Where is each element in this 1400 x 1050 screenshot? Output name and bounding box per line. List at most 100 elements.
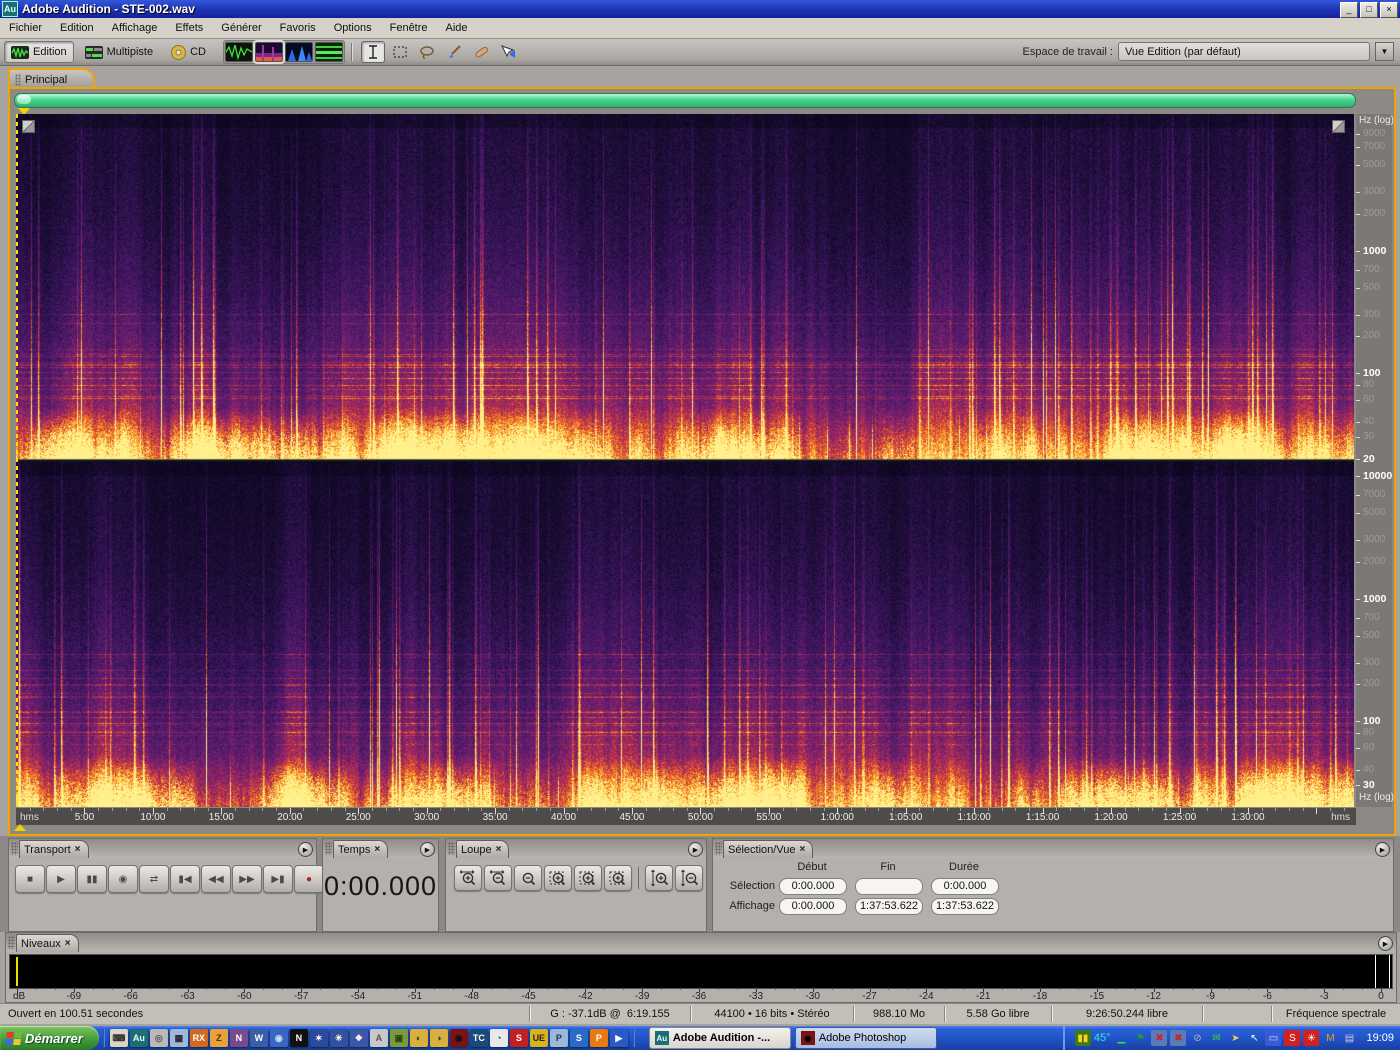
quick-launch-globe-1[interactable]: ◐ — [409, 1029, 428, 1047]
tray-temperature[interactable]: 45° — [1094, 1032, 1111, 1044]
zoom-selection-right-button[interactable] — [604, 865, 632, 891]
spectral-pan-view-button[interactable] — [285, 42, 313, 62]
workspace-dropdown[interactable]: Vue Edition (par défaut) — [1118, 42, 1370, 61]
quick-launch-rx[interactable]: RX — [189, 1029, 208, 1047]
zoom-out-full-button[interactable] — [514, 865, 542, 891]
quick-launch-onenote[interactable]: N — [229, 1029, 248, 1047]
multipiste-view-button[interactable]: Multipiste — [78, 41, 160, 63]
zoom-selection-left-button[interactable] — [574, 865, 602, 891]
quick-launch-pdf[interactable]: P — [589, 1029, 608, 1047]
pause-button[interactable]: ▮▮ — [77, 865, 107, 893]
selection-debut-field[interactable]: 0:00.000 — [779, 878, 847, 895]
zoom-out-horizontal-button[interactable] — [484, 865, 512, 891]
task-adobe-photoshop[interactable]: ◉ Adobe Photoshop — [794, 1027, 937, 1049]
level-meter[interactable] — [9, 954, 1393, 989]
cd-view-button[interactable]: CD — [164, 41, 213, 63]
tab-transport[interactable]: Transport × — [19, 840, 89, 858]
zoom-in-horizontal-button[interactable] — [454, 865, 482, 891]
spectral-phase-view-button[interactable] — [315, 42, 343, 62]
spot-healing-tool-button[interactable] — [469, 41, 493, 63]
tray-network-off-2[interactable]: ✖ — [1170, 1030, 1187, 1046]
selection-duree-field[interactable]: 0:00.000 — [931, 878, 999, 895]
quick-launch-ultraedit[interactable]: UE — [529, 1029, 548, 1047]
go-to-end-button[interactable]: ▶▮ — [263, 865, 293, 893]
menu-affichage[interactable]: Affichage — [103, 20, 167, 36]
tray-folder[interactable]: ▤ — [1341, 1030, 1357, 1046]
affichage-debut-field[interactable]: 0:00.000 — [779, 898, 847, 915]
menu-fentre[interactable]: Fenêtre — [381, 20, 437, 36]
minimize-button[interactable]: _ — [1340, 2, 1358, 18]
quick-launch-recorder[interactable]: ◎ — [149, 1029, 168, 1047]
zoom-out-vertical-button[interactable] — [675, 865, 703, 891]
close-button[interactable]: × — [1380, 2, 1398, 18]
quick-launch-planet[interactable]: ◉ — [269, 1029, 288, 1047]
record-button[interactable]: ● — [294, 865, 324, 893]
quick-launch-word[interactable]: W — [249, 1029, 268, 1047]
tab-loupe[interactable]: Loupe × — [456, 840, 510, 858]
quick-launch-movie[interactable]: ▣ — [389, 1029, 408, 1047]
selection-fin-field[interactable] — [855, 878, 923, 895]
tray-clock[interactable]: 19:09 — [1366, 1032, 1394, 1044]
go-to-start-button[interactable]: ▮◀ — [170, 865, 200, 893]
tray-antivirus[interactable]: S — [1284, 1030, 1301, 1046]
stop-button[interactable]: ■ — [15, 865, 45, 893]
tray-network-off-1[interactable]: ✖ — [1151, 1030, 1168, 1046]
play-from-cursor-button[interactable]: ◉ — [108, 865, 138, 893]
quick-launch-globe-2[interactable]: ◑ — [429, 1029, 448, 1047]
spectrogram-display[interactable] — [16, 114, 1354, 807]
time-selection-tool-button[interactable] — [361, 41, 385, 63]
menu-edition[interactable]: Edition — [51, 20, 103, 36]
edition-view-button[interactable]: Edition — [4, 41, 74, 63]
menu-gnrer[interactable]: Générer — [212, 20, 270, 36]
tray-fan[interactable]: ✳ — [1303, 1030, 1320, 1046]
channel-right-corner-button[interactable] — [1332, 120, 1345, 133]
quick-launch-media-player[interactable]: ▶ — [609, 1029, 628, 1047]
menu-effets[interactable]: Effets — [166, 20, 212, 36]
quick-launch-messenger[interactable]: P — [549, 1029, 568, 1047]
tab-selection-vue[interactable]: Sélection/Vue × — [723, 840, 814, 858]
tray-display[interactable]: ▭ — [1265, 1030, 1282, 1046]
tab-temps[interactable]: Temps × — [333, 840, 389, 858]
play-button[interactable]: ▶ — [46, 865, 76, 893]
close-icon[interactable]: × — [496, 844, 502, 855]
tray-package[interactable]: ✉ — [1208, 1030, 1224, 1046]
panel-grip[interactable] — [325, 842, 332, 855]
quick-launch-tickets[interactable]: ❖ — [349, 1029, 368, 1047]
quick-launch-calculator[interactable]: ▦ — [169, 1029, 188, 1047]
panel-grip[interactable] — [715, 842, 722, 855]
menu-aide[interactable]: Aide — [437, 20, 477, 36]
tray-scanner[interactable]: ➤ — [1227, 1030, 1243, 1046]
waveform-view-button[interactable] — [225, 42, 253, 62]
tab-grip[interactable] — [15, 74, 21, 86]
marquee-selection-tool-button[interactable] — [388, 41, 412, 63]
close-icon[interactable]: × — [374, 844, 380, 855]
panel-grip[interactable] — [8, 936, 15, 949]
quick-launch-burst[interactable]: ✳ — [329, 1029, 348, 1047]
menu-favoris[interactable]: Favoris — [271, 20, 325, 36]
close-icon[interactable]: × — [65, 938, 71, 949]
close-icon[interactable]: × — [799, 844, 805, 855]
scrub-tool-button[interactable] — [496, 41, 520, 63]
affichage-duree-field[interactable]: 1:37:53.622 — [931, 898, 999, 915]
loop-play-button[interactable]: ⇄ — [139, 865, 169, 893]
quick-launch-audition[interactable]: Au — [129, 1029, 148, 1047]
panel-grip[interactable] — [11, 842, 18, 855]
fast-forward-button[interactable]: ▶▶ — [232, 865, 262, 893]
quick-launch-keyboard[interactable]: ⌨ — [109, 1029, 128, 1047]
panel-menu-button[interactable]: ▶ — [298, 842, 313, 857]
panel-menu-button[interactable]: ▶ — [1378, 936, 1393, 951]
zoom-in-vertical-button[interactable] — [645, 865, 673, 891]
channel-left-corner-button[interactable] — [22, 120, 35, 133]
tray-mouse[interactable]: M — [1322, 1030, 1338, 1046]
quick-launch-sbp[interactable]: S — [509, 1029, 528, 1047]
close-icon[interactable]: × — [75, 844, 81, 855]
tray-pointer[interactable]: ↖ — [1246, 1030, 1262, 1046]
menu-options[interactable]: Options — [325, 20, 381, 36]
quick-launch-tc[interactable]: TC — [469, 1029, 488, 1047]
quick-launch-acrobat[interactable]: A — [369, 1029, 388, 1047]
quick-launch-compass[interactable]: ◔ — [489, 1029, 508, 1047]
task-adobe-audition[interactable]: Au Adobe Audition -... — [648, 1027, 791, 1049]
menu-fichier[interactable]: Fichier — [0, 20, 51, 36]
affichage-fin-field[interactable]: 1:37:53.622 — [855, 898, 923, 915]
rewind-button[interactable]: ◀◀ — [201, 865, 231, 893]
